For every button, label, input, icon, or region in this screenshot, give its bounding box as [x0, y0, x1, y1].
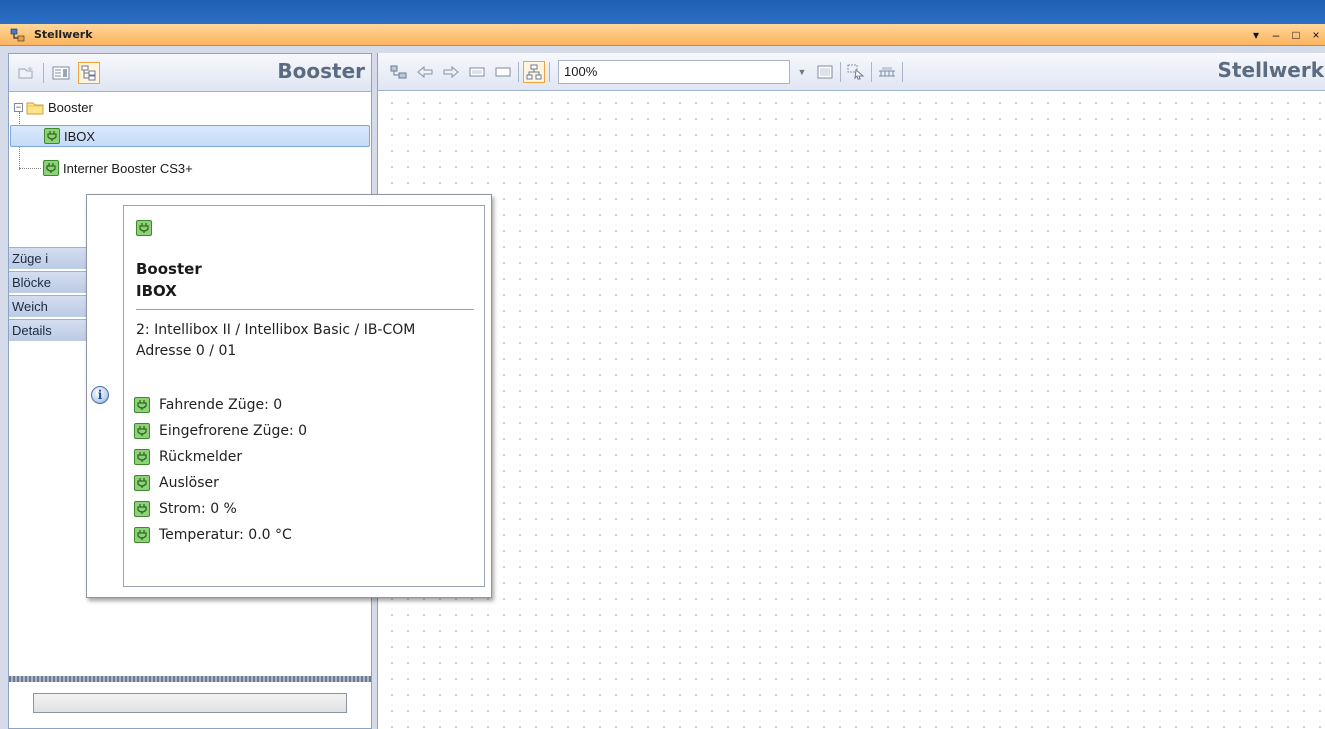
stellwerk-canvas[interactable]: 100% ▼ Stellwerk: [377, 53, 1325, 729]
tree-item-interner-booster[interactable]: Interner Booster CS3+: [43, 157, 193, 179]
booster-icon: [134, 501, 150, 517]
tree-item-label: Interner Booster CS3+: [63, 160, 193, 176]
panel-toggle-button[interactable]: [466, 61, 488, 83]
edit-layout-button[interactable]: [388, 61, 410, 83]
list-item-label: Auslöser: [159, 475, 219, 491]
list-item: Fahrende Züge: 0: [134, 392, 307, 418]
back-button[interactable]: [414, 61, 436, 83]
booster-toolbar: Booster: [9, 54, 371, 92]
booster-tooltip: i Booster IBOX 2: Intellibox II / Intell…: [86, 194, 492, 598]
tooltip-status-list: Fahrende Züge: 0 Eingefrorene Züge: 0 Rü…: [134, 392, 307, 548]
rectangle-icon: [495, 67, 511, 76]
new-booster-button[interactable]: [15, 62, 37, 84]
booster-icon: [134, 423, 150, 439]
tooltip-title-line2: IBOX: [136, 282, 177, 300]
stellwerk-app-icon: [10, 28, 25, 41]
tracks-icon: [879, 66, 895, 76]
minimize-icon[interactable]: –: [1269, 28, 1283, 42]
booster-icon: [134, 475, 150, 491]
dropdown-icon[interactable]: ▾: [1249, 28, 1263, 42]
collapse-icon[interactable]: −: [14, 102, 23, 112]
tree-item-booster-folder[interactable]: − Booster: [14, 96, 93, 118]
network-view-button[interactable]: [523, 60, 545, 83]
list-item: Eingefrorene Züge: 0: [134, 418, 307, 444]
tooltip-desc-line2: Adresse 0 / 01: [136, 343, 237, 359]
booster-icon: [43, 160, 59, 176]
list-item-label: Temperatur: 0.0 °C: [159, 527, 292, 543]
panel-title: Stellwerk: [1217, 58, 1324, 82]
tooltip-title: Booster IBOX: [136, 258, 202, 302]
toolbar-separator: [840, 61, 841, 82]
select-button[interactable]: [845, 61, 867, 83]
toolbar-separator: [518, 61, 519, 82]
arrow-left-icon: [417, 65, 433, 78]
new-item-icon: [18, 65, 33, 78]
stellwerk-toolbar: 100% ▼ Stellwerk: [378, 53, 1325, 91]
list-item-label: Eingefrorene Züge: 0: [159, 423, 308, 439]
fit-view-button[interactable]: [814, 61, 836, 83]
booster-icon: [44, 128, 60, 144]
window-title: Stellwerk: [34, 28, 93, 41]
list-item: Rückmelder: [134, 444, 307, 470]
arrow-right-icon: [443, 65, 459, 78]
tooltip-content: Booster IBOX 2: Intellibox II / Intellib…: [123, 205, 485, 587]
booster-icon: [134, 449, 150, 465]
booster-icon: [134, 397, 150, 413]
toolbar-separator: [902, 61, 903, 82]
maximize-icon[interactable]: □: [1289, 28, 1303, 42]
list-item-label: Fahrende Züge: 0: [159, 397, 283, 413]
rectangle-icon: [469, 67, 485, 76]
chevron-down-icon[interactable]: ▼: [794, 60, 810, 84]
list-item-label: Rückmelder: [159, 449, 243, 465]
close-icon[interactable]: ×: [1309, 28, 1323, 42]
select-cursor-icon: [847, 64, 865, 79]
tooltip-description: 2: Intellibox II / Intellibox Basic / IB…: [136, 320, 415, 362]
zoom-value: 100%: [564, 64, 598, 79]
booster-icon: [136, 220, 152, 236]
tree-connector: [19, 168, 41, 169]
layout-edit-icon: [390, 65, 407, 78]
list-item: Strom: 0 %: [134, 496, 307, 522]
list-item: Temperatur: 0.0 °C: [134, 522, 307, 548]
toolbar-separator: [871, 61, 872, 82]
window-titlebar[interactable]: Stellwerk ▾ – □ ×: [0, 24, 1325, 46]
panel-title: Booster: [277, 59, 365, 83]
info-icon: i: [91, 386, 109, 404]
panel-toggle-button-2[interactable]: [492, 61, 514, 83]
tooltip-title-line1: Booster: [136, 260, 202, 278]
panel-splitter[interactable]: [9, 676, 371, 682]
toolbar-separator: [549, 61, 550, 82]
network-icon: [526, 64, 542, 79]
tree-item-ibox[interactable]: IBOX: [10, 125, 370, 147]
toolbar-separator: [43, 62, 44, 83]
desktop-top-strip: [0, 0, 1325, 24]
divider: [136, 309, 474, 310]
window-icon: [817, 65, 833, 78]
forward-button[interactable]: [440, 61, 462, 83]
list-item: Auslöser: [134, 470, 307, 496]
booster-icon: [134, 527, 150, 543]
zoom-combobox[interactable]: 100%: [558, 59, 790, 84]
tree-view-icon: [81, 65, 96, 80]
layout-tracks-button[interactable]: [876, 61, 898, 83]
tree-item-label: Booster: [48, 99, 93, 115]
tree-view-button[interactable]: [78, 61, 100, 84]
list-view-button[interactable]: [50, 62, 72, 84]
list-view-icon: [52, 66, 70, 79]
bottom-field[interactable]: [33, 693, 347, 713]
tree-item-label: IBOX: [64, 128, 96, 144]
list-item-label: Strom: 0 %: [159, 501, 237, 517]
tooltip-desc-line1: 2: Intellibox II / Intellibox Basic / IB…: [136, 322, 416, 338]
folder-icon: [26, 102, 44, 114]
